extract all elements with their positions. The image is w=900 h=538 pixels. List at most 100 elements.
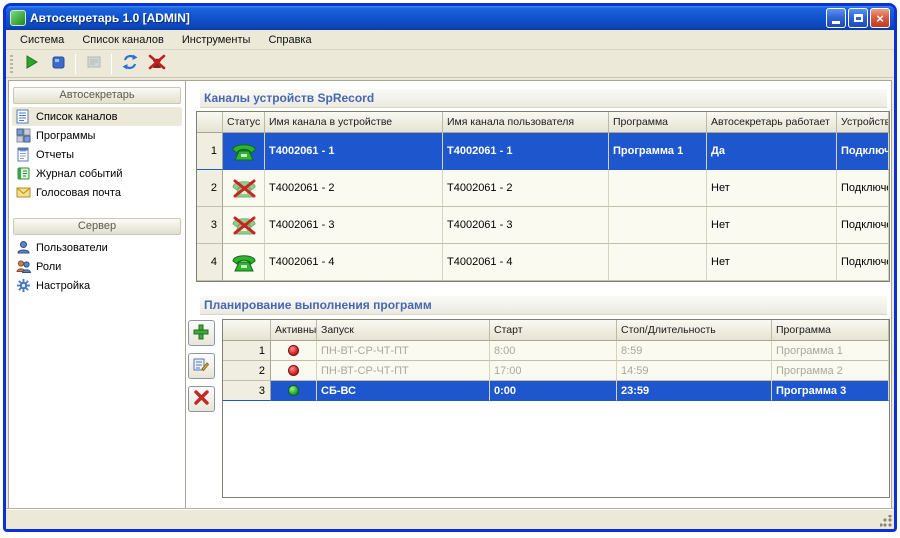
stop-icon	[50, 54, 66, 73]
stop-button[interactable]	[45, 52, 70, 76]
inactive-dot-icon	[271, 361, 317, 381]
cell-user-channel[interactable]: Т4002061 - 1	[443, 133, 609, 170]
app-icon	[10, 10, 26, 26]
sidebar-item-label: Отчеты	[36, 149, 74, 161]
channel-list-icon	[16, 109, 31, 124]
sidebar-item-label: Роли	[36, 261, 61, 273]
minimize-button[interactable]	[826, 8, 846, 28]
row-number: 3	[223, 381, 271, 401]
roles-icon	[16, 259, 31, 274]
channel-row-3[interactable]: 3 Т4002061 - 3 Т4002061 - 3 Нет Подключе…	[197, 207, 889, 244]
cell-start[interactable]: 0:00	[490, 381, 617, 401]
cell-device-channel[interactable]: Т4002061 - 1	[265, 133, 443, 170]
start-button[interactable]	[18, 52, 43, 76]
cell-device[interactable]: Подключено	[837, 244, 889, 281]
menu-system[interactable]: Система	[12, 32, 72, 48]
cell-start[interactable]: 17:00	[490, 361, 617, 381]
cell-days[interactable]: СБ-ВС	[317, 381, 490, 401]
cell-device[interactable]: Подключено	[837, 207, 889, 244]
titlebar[interactable]: Автосекретарь 1.0 [ADMIN] ×	[6, 6, 894, 30]
cell-days[interactable]: ПН-ВТ-СР-ЧТ-ПТ	[317, 341, 490, 361]
sidebar-item-settings[interactable]: Настройка	[12, 276, 182, 295]
menu-channel-list[interactable]: Список каналов	[74, 32, 172, 48]
cell-stop[interactable]: 8:59	[617, 341, 772, 361]
sidebar-item-reports[interactable]: Отчеты	[12, 145, 182, 164]
cell-attendant[interactable]: Нет	[707, 207, 837, 244]
cell-days[interactable]: ПН-ВТ-СР-ЧТ-ПТ	[317, 361, 490, 381]
sidebar-item-users[interactable]: Пользователи	[12, 238, 182, 257]
edit-schedule-button[interactable]	[188, 353, 215, 379]
resize-grip[interactable]	[880, 515, 892, 527]
channels-table-header: Статус Имя канала в устройстве Имя канал…	[197, 112, 889, 133]
phone-connected-icon	[223, 133, 265, 170]
menu-help[interactable]: Справка	[260, 32, 319, 48]
channel-row-1[interactable]: 1 Т4002061 - 1 Т4002061 - 1 Программа 1 …	[197, 133, 889, 170]
channel-row-4[interactable]: 4 Т4002061 - 4 Т4002061 - 4 Нет Подключе…	[197, 244, 889, 281]
schedule-row-3[interactable]: 3 СБ-ВС 0:00 23:59 Программа 3	[223, 381, 889, 401]
cell-stop[interactable]: 14:59	[617, 361, 772, 381]
cell-program[interactable]: Программа 2	[772, 361, 889, 381]
sidebar-group-server-header: Сервер	[13, 218, 181, 235]
cell-attendant[interactable]: Нет	[707, 170, 837, 207]
schedule-row-1[interactable]: 1 ПН-ВТ-СР-ЧТ-ПТ 8:00 8:59 Программа 1	[223, 341, 889, 361]
cell-program[interactable]: Программа 1	[609, 133, 707, 170]
channels-panel-title: Каналы устройств SpRecord	[200, 89, 887, 108]
row-number: 1	[197, 133, 223, 170]
delete-icon	[194, 390, 209, 408]
cell-device-channel[interactable]: Т4002061 - 4	[265, 244, 443, 281]
cell-start[interactable]: 8:00	[490, 341, 617, 361]
sidebar-item-voice-mail[interactable]: Голосовая почта	[12, 183, 182, 202]
users-icon	[16, 240, 31, 255]
cell-device[interactable]: Подключено	[837, 170, 889, 207]
cell-user-channel[interactable]: Т4002061 - 4	[443, 244, 609, 281]
header-gutter	[223, 320, 271, 341]
sidebar-item-label: Журнал событий	[36, 168, 122, 180]
cell-program[interactable]: Программа 3	[772, 381, 889, 401]
schedule-table-empty-area	[223, 401, 889, 497]
schedule-table: Активный Запуск Старт Стоп/Длительность …	[222, 319, 890, 498]
sidebar-item-roles[interactable]: Роли	[12, 257, 182, 276]
cell-program[interactable]: Программа 1	[772, 341, 889, 361]
cell-attendant[interactable]: Нет	[707, 244, 837, 281]
cell-program[interactable]	[609, 244, 707, 281]
menu-tools[interactable]: Инструменты	[174, 32, 259, 48]
col-device-channel: Имя канала в устройстве	[265, 112, 443, 133]
sidebar-item-programs[interactable]: Программы	[12, 126, 182, 145]
cell-program[interactable]	[609, 207, 707, 244]
delete-schedule-button[interactable]	[188, 386, 215, 412]
disconnect-button[interactable]	[144, 52, 169, 76]
cell-device[interactable]: Подключено	[837, 133, 889, 170]
maximize-button[interactable]	[848, 8, 868, 28]
cell-attendant[interactable]: Да	[707, 133, 837, 170]
col-stop-duration: Стоп/Длительность	[617, 320, 772, 341]
refresh-button[interactable]	[117, 52, 142, 76]
col-start: Старт	[490, 320, 617, 341]
schedule-table-header: Активный Запуск Старт Стоп/Длительность …	[223, 320, 889, 341]
row-number: 4	[197, 244, 223, 281]
cell-user-channel[interactable]: Т4002061 - 2	[443, 170, 609, 207]
cell-program[interactable]	[609, 170, 707, 207]
sidebar-item-label: Список каналов	[36, 111, 118, 123]
channel-row-2[interactable]: 2 Т4002061 - 2 Т4002061 - 2 Нет Подключе…	[197, 170, 889, 207]
row-number: 2	[197, 170, 223, 207]
sidebar-item-channel-list[interactable]: Список каналов	[12, 107, 182, 126]
toolbar-grip[interactable]	[10, 55, 13, 73]
col-device: Устройство	[837, 112, 889, 133]
cell-user-channel[interactable]: Т4002061 - 3	[443, 207, 609, 244]
schedule-panel-title: Планирование выполнения программ	[200, 296, 887, 315]
col-program: Программа	[772, 320, 889, 341]
cell-stop[interactable]: 23:59	[617, 381, 772, 401]
schedule-buttons	[186, 319, 216, 412]
close-button[interactable]: ×	[870, 8, 890, 28]
sidebar-item-event-log[interactable]: Журнал событий	[12, 164, 182, 183]
cell-device-channel[interactable]: Т4002061 - 2	[265, 170, 443, 207]
cell-device-channel[interactable]: Т4002061 - 3	[265, 207, 443, 244]
col-active: Активный	[271, 320, 317, 341]
records-button[interactable]	[81, 52, 106, 76]
sidebar-item-label: Программы	[36, 130, 95, 142]
voice-mail-icon	[16, 185, 31, 200]
menubar: Система Список каналов Инструменты Справ…	[6, 30, 894, 50]
schedule-row-2[interactable]: 2 ПН-ВТ-СР-ЧТ-ПТ 17:00 14:59 Программа 2	[223, 361, 889, 381]
add-schedule-button[interactable]	[188, 320, 215, 346]
phone-connected-icon	[223, 244, 265, 281]
